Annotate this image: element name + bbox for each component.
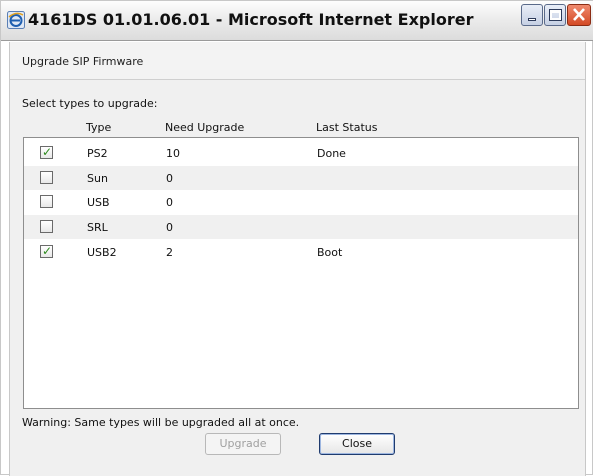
close-icon xyxy=(573,8,585,21)
minimize-icon xyxy=(528,18,536,21)
select-prompt: Select types to upgrade: xyxy=(22,97,158,110)
window-title: 4161DS 01.01.06.01 - Microsoft Internet … xyxy=(28,10,474,29)
type-cell: Sun xyxy=(87,172,108,185)
row-checkbox[interactable] xyxy=(40,195,53,208)
minimize-button[interactable] xyxy=(521,4,543,26)
checkmark-icon: ✓ xyxy=(42,244,53,258)
table-row: USB 0 xyxy=(24,190,578,214)
maximize-icon xyxy=(549,9,562,21)
table-row: ✓ USB2 2 Boot xyxy=(24,240,578,264)
table-row: SRL 0 xyxy=(24,215,578,239)
column-header-type: Type xyxy=(86,121,112,134)
internet-explorer-icon xyxy=(7,11,25,29)
type-cell: SRL xyxy=(87,221,108,234)
checkmark-icon: ✓ xyxy=(42,145,53,159)
upgrade-button[interactable]: Upgrade xyxy=(205,433,281,455)
dialog-title: Upgrade SIP Firmware xyxy=(22,55,144,68)
type-cell: USB xyxy=(87,196,110,209)
table-row: Sun 0 xyxy=(24,166,578,190)
row-checkbox[interactable] xyxy=(40,171,53,184)
row-checkbox[interactable]: ✓ xyxy=(40,244,53,258)
warning-text: Warning: Same types will be upgraded all… xyxy=(22,416,300,429)
type-cell: USB2 xyxy=(87,246,117,259)
need-upgrade-cell: 2 xyxy=(166,246,173,259)
row-checkbox[interactable]: ✓ xyxy=(40,145,53,159)
dialog-header: Upgrade SIP Firmware xyxy=(10,42,585,80)
need-upgrade-cell: 0 xyxy=(166,196,173,209)
table-row: ✓ PS2 10 Done xyxy=(24,141,578,165)
types-table: ✓ PS2 10 Done Sun 0 USB 0 SRL 0 ✓ USB2 2… xyxy=(23,137,579,409)
need-upgrade-cell: 0 xyxy=(166,221,173,234)
maximize-button[interactable] xyxy=(544,4,566,26)
column-header-need-upgrade: Need Upgrade xyxy=(165,121,245,134)
last-status-cell: Done xyxy=(317,147,346,160)
last-status-cell: Boot xyxy=(317,246,343,259)
close-button[interactable]: Close xyxy=(319,433,395,455)
dialog-content: Upgrade SIP Firmware Select types to upg… xyxy=(9,42,586,476)
type-cell: PS2 xyxy=(87,147,108,160)
need-upgrade-cell: 10 xyxy=(166,147,180,160)
row-checkbox[interactable] xyxy=(40,220,53,233)
need-upgrade-cell: 0 xyxy=(166,172,173,185)
browser-window: 4161DS 01.01.06.01 - Microsoft Internet … xyxy=(0,0,593,476)
column-header-last-status: Last Status xyxy=(316,121,378,134)
close-window-button[interactable] xyxy=(567,4,591,26)
title-bar: 4161DS 01.01.06.01 - Microsoft Internet … xyxy=(1,1,593,41)
